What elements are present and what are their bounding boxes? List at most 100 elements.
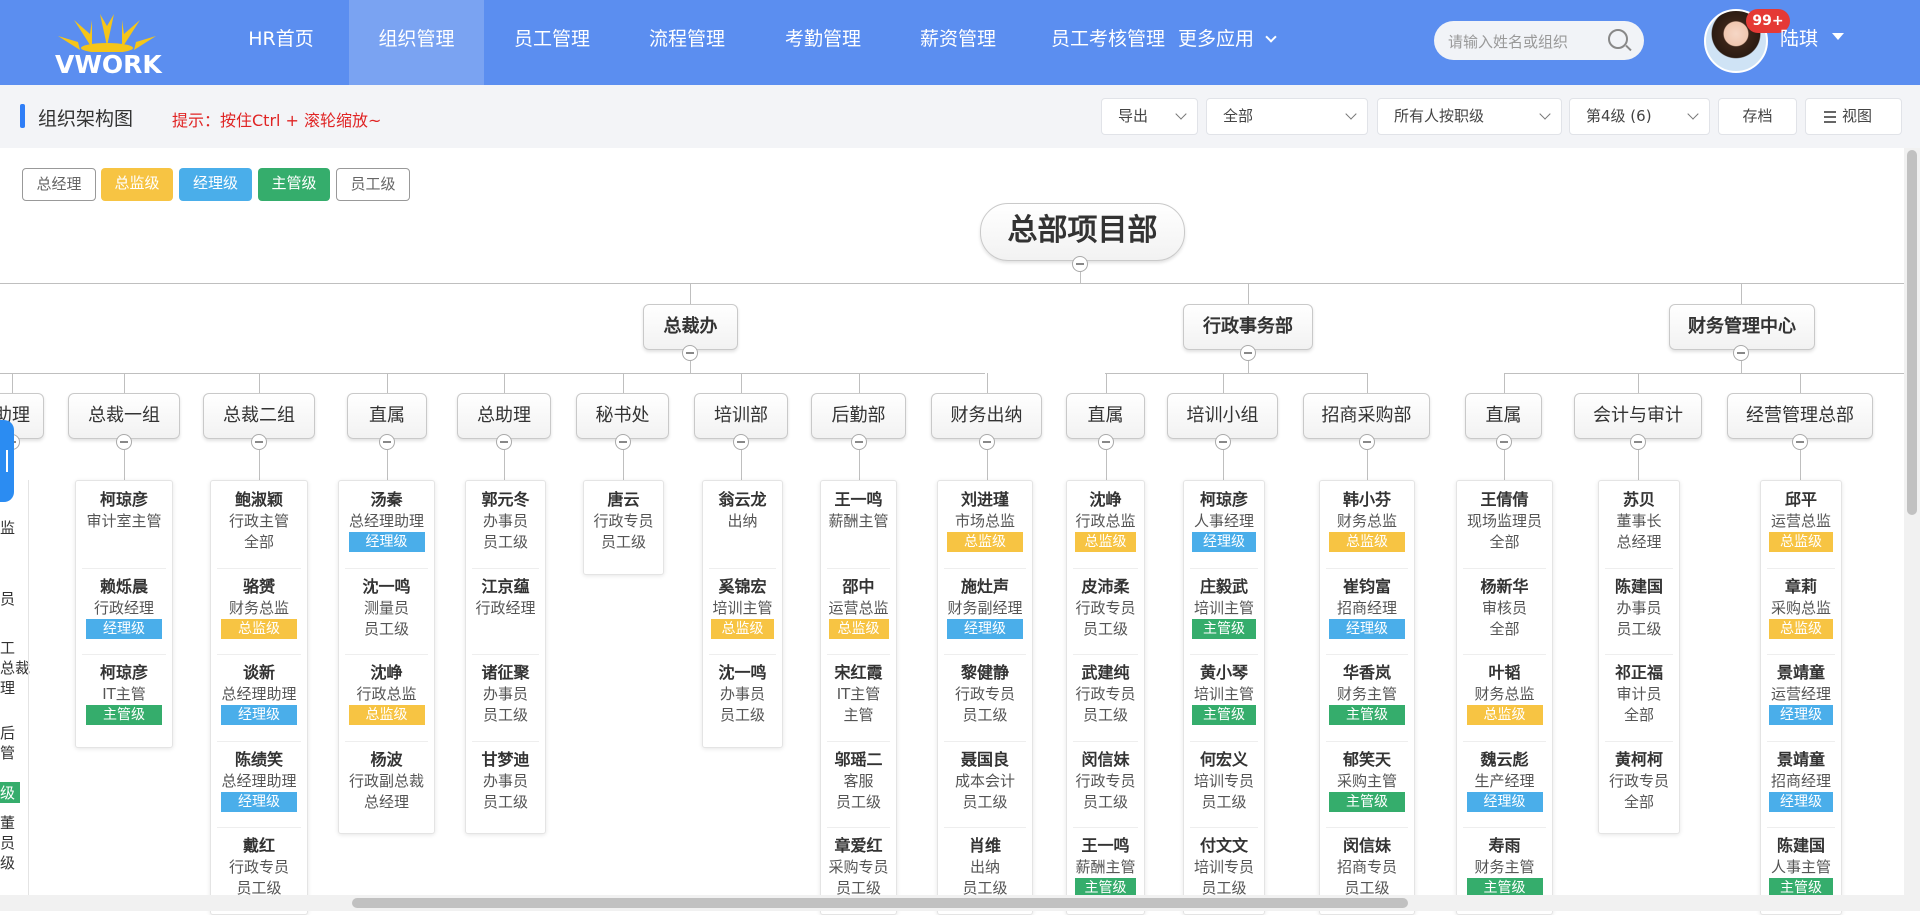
search-input[interactable]: 请输入姓名或组织	[1448, 31, 1568, 52]
employee-entry[interactable]: 祁正福 审计员 全部	[1599, 662, 1679, 725]
employee-entry[interactable]: 柯琼彦 IT主管 主管级	[76, 662, 172, 725]
user-menu-chevron-icon[interactable]	[1832, 33, 1844, 40]
employee-entry[interactable]: 章莉 采购总监 总监级	[1761, 576, 1841, 639]
subdept-node[interactable]: 招商采购部	[1303, 393, 1430, 439]
employee-entry[interactable]: 杨波 行政副总裁 总经理	[339, 749, 434, 812]
employee-entry[interactable]: 沈峥 行政总监 总监级	[339, 662, 434, 725]
rank-select[interactable]: 所有人按职级	[1377, 98, 1562, 135]
employee-entry[interactable]: 陈建国 办事员 员工级	[1599, 576, 1679, 639]
horizontal-scroll-thumb[interactable]	[352, 898, 1408, 908]
employee-entry[interactable]: 庄毅武 培训主管 主管级	[1184, 576, 1264, 639]
employee-entry[interactable]: 戴红 行政专员 员工级	[211, 835, 307, 898]
subdept-node[interactable]: 经营管理总部	[1727, 393, 1873, 439]
employee-entry[interactable]: 叶韬 财务总监 总监级	[1457, 662, 1552, 725]
level-select[interactable]: 第4级 (6)	[1569, 98, 1710, 135]
collapse-toggle-icon[interactable]	[251, 434, 267, 450]
collapse-toggle-icon[interactable]	[1215, 434, 1231, 450]
employee-entry[interactable]: 柯琼彦 审计室主管	[76, 489, 172, 531]
employee-entry[interactable]: 聂国良 成本会计 员工级	[938, 749, 1032, 812]
collapse-toggle-icon[interactable]	[1792, 434, 1808, 450]
employee-entry[interactable]: 付文文 培训专员 员工级	[1184, 835, 1264, 898]
subdept-node[interactable]: 直属	[1066, 393, 1145, 439]
employee-entry[interactable]: 江京蕴 行政经理	[466, 576, 545, 618]
nav-hr-home[interactable]: HR首页	[226, 0, 336, 85]
employee-entry[interactable]: 汤秦 总经理助理 经理级	[339, 489, 434, 552]
collapse-toggle-icon[interactable]	[1240, 345, 1256, 361]
org-root-node[interactable]: 总部项目部	[980, 203, 1185, 261]
collapse-toggle-icon[interactable]	[615, 434, 631, 450]
employee-entry[interactable]: 翁云龙 出纳	[703, 489, 782, 531]
collapse-toggle-icon[interactable]	[116, 434, 132, 450]
collapse-toggle-icon[interactable]	[1098, 434, 1114, 450]
subdept-node[interactable]: 直属	[347, 393, 427, 439]
employee-entry[interactable]: 奚锦宏 培训主管 总监级	[703, 576, 782, 639]
employee-entry[interactable]: 魏云彪 生产经理 经理级	[1457, 749, 1552, 812]
collapse-toggle-icon[interactable]	[733, 434, 749, 450]
employee-entry[interactable]: 沈一鸣 测量员 员工级	[339, 576, 434, 639]
employee-entry[interactable]: 沈一鸣 办事员 员工级	[703, 662, 782, 725]
collapse-toggle-icon[interactable]	[1359, 434, 1375, 450]
dept-node-president-office[interactable]: 总裁办	[643, 304, 738, 350]
employee-entry[interactable]: 华香岚 财务主管 主管级	[1320, 662, 1414, 725]
subdept-node[interactable]: 总助理	[457, 393, 551, 439]
employee-entry[interactable]: 邬瑶二 客服 员工级	[821, 749, 896, 812]
subdept-node[interactable]: 培训部	[694, 393, 788, 439]
collapse-toggle-icon[interactable]	[979, 434, 995, 450]
subdept-node[interactable]: 总裁一组	[68, 393, 180, 439]
subdept-node[interactable]: 总裁二组	[203, 393, 315, 439]
employee-entry[interactable]: 甘梦迪 办事员 员工级	[466, 749, 545, 812]
collapse-toggle-icon[interactable]	[851, 434, 867, 450]
nav-salary[interactable]: 薪资管理	[903, 0, 1013, 85]
dept-node-finance-center[interactable]: 财务管理中心	[1669, 304, 1815, 350]
search-icon[interactable]	[1608, 29, 1628, 49]
side-drawer-handle[interactable]	[0, 420, 14, 502]
employee-entry[interactable]: 肖维 出纳 员工级	[938, 835, 1032, 898]
employee-entry[interactable]: 陈建国 人事主管 主管级	[1761, 835, 1841, 898]
employee-entry[interactable]: 闵信妹 行政专员 员工级	[1067, 749, 1144, 812]
nav-more-apps[interactable]: 更多应用	[1178, 0, 1266, 85]
employee-entry[interactable]: 闵信妹 招商专员 员工级	[1320, 835, 1414, 898]
subdept-node[interactable]: 会计与审计	[1574, 393, 1702, 439]
subdept-node[interactable]: 培训小组	[1167, 393, 1278, 439]
vwork-logo[interactable]: VWORK	[52, 6, 162, 79]
nav-attendance[interactable]: 考勤管理	[768, 0, 878, 85]
collapse-toggle-icon[interactable]	[1496, 434, 1512, 450]
employee-entry[interactable]: 杨新华 审核员 全部	[1457, 576, 1552, 639]
user-name[interactable]: 陆琪	[1780, 24, 1818, 51]
employee-entry[interactable]: 邵中 运营总监 总监级	[821, 576, 896, 639]
employee-entry[interactable]: 王一鸣 薪酬主管	[821, 489, 896, 531]
employee-entry[interactable]: 唐云 行政专员 员工级	[584, 489, 663, 552]
employee-entry[interactable]: 王一鸣 薪酬主管 主管级	[1067, 835, 1144, 898]
export-button[interactable]: 导出	[1101, 98, 1198, 135]
nav-performance[interactable]: 员工考核管理	[1033, 0, 1183, 85]
employee-entry[interactable]: 郭元冬 办事员 员工级	[466, 489, 545, 552]
employee-entry[interactable]: 邱平 运营总监 总监级	[1761, 489, 1841, 552]
employee-entry[interactable]: 谈新 总经理助理 经理级	[211, 662, 307, 725]
vertical-scroll-thumb[interactable]	[1907, 150, 1917, 515]
employee-entry[interactable]: 黄柯柯 行政专员 全部	[1599, 749, 1679, 812]
subdept-node[interactable]: 财务出纳	[931, 393, 1042, 439]
collapse-toggle-icon[interactable]	[1630, 434, 1646, 450]
employee-entry[interactable]: 鲍淑颖 行政主管 全部	[211, 489, 307, 552]
nav-org-management[interactable]: 组织管理	[349, 0, 484, 85]
employee-entry[interactable]: 骆赟 财务总监 总监级	[211, 576, 307, 639]
employee-entry[interactable]: 陈绩笑 总经理助理 经理级	[211, 749, 307, 812]
employee-entry[interactable]: 武建纯 行政专员 员工级	[1067, 662, 1144, 725]
employee-entry[interactable]: 寿雨 财务主管 主管级	[1457, 835, 1552, 898]
employee-entry[interactable]: 黎健静 行政专员 员工级	[938, 662, 1032, 725]
collapse-toggle-icon[interactable]	[379, 434, 395, 450]
subdept-node[interactable]: 秘书处	[576, 393, 669, 439]
subdept-node[interactable]: 直属	[1465, 393, 1542, 439]
dept-node-admin-affairs[interactable]: 行政事务部	[1183, 304, 1313, 350]
employee-entry[interactable]: 柯琼彦 人事经理 经理级	[1184, 489, 1264, 552]
nav-process-management[interactable]: 流程管理	[632, 0, 742, 85]
employee-entry[interactable]: 何宏义 培训专员 员工级	[1184, 749, 1264, 812]
employee-entry[interactable]: 王倩倩 现场监理员 全部	[1457, 489, 1552, 552]
nav-employee-management[interactable]: 员工管理	[497, 0, 607, 85]
employee-entry[interactable]: 崔钧富 招商经理 经理级	[1320, 576, 1414, 639]
collapse-toggle-icon[interactable]	[1733, 345, 1749, 361]
collapse-toggle-icon[interactable]	[1072, 256, 1088, 272]
subdept-node[interactable]: 后勤部	[811, 393, 906, 439]
employee-entry[interactable]: 章爱红 采购专员 员工级	[821, 835, 896, 898]
employee-entry[interactable]: 郁笑天 采购主管 主管级	[1320, 749, 1414, 812]
